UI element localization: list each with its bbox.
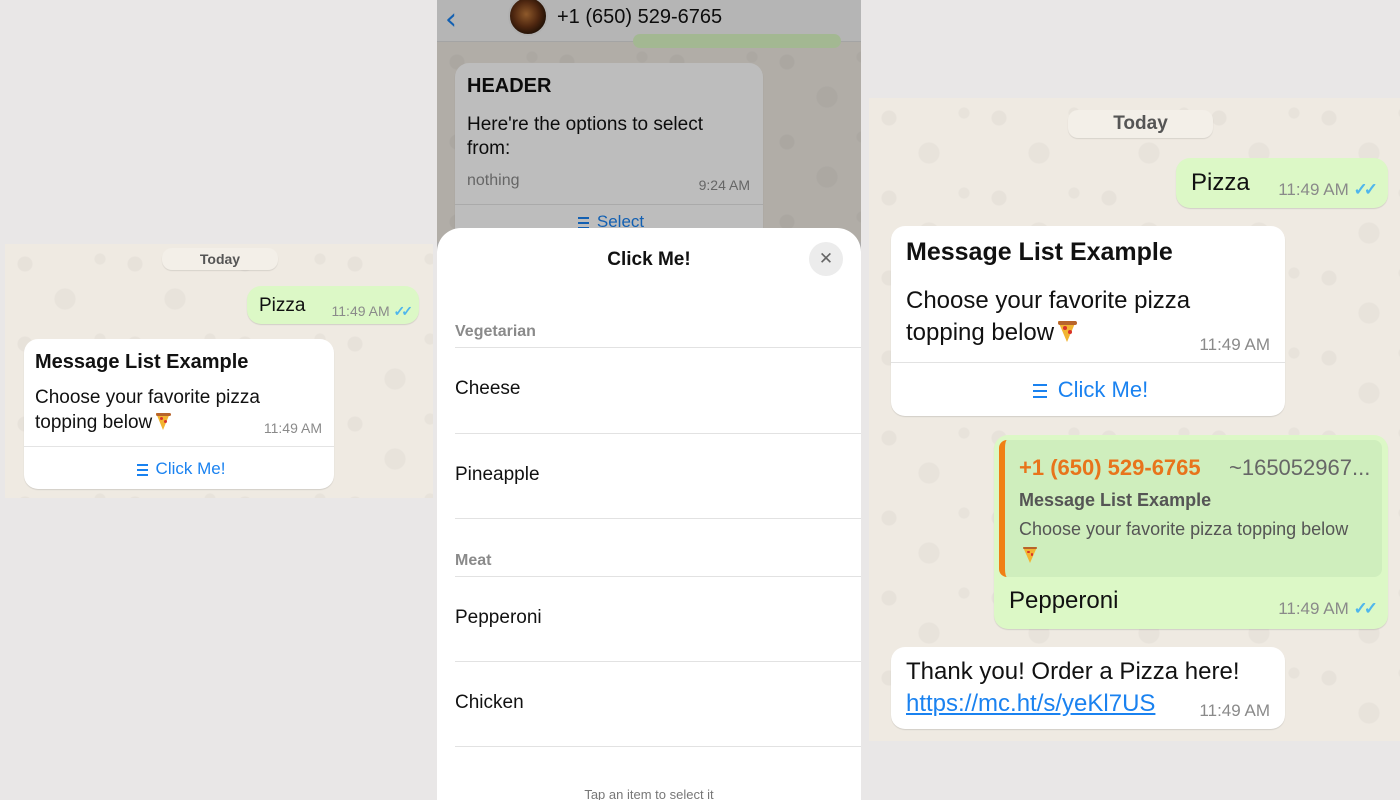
outgoing-message[interactable]: Pizza 11:49 AM ✓✓ — [1176, 158, 1388, 208]
option-label: Pepperoni — [455, 607, 542, 628]
reply-message[interactable]: +1 (650) 529-6765 ~165052967... Message … — [994, 435, 1388, 629]
incoming-message: Thank you! Order a Pizza here! https://m… — [891, 647, 1285, 729]
list-picker-screen: ‹ +1 (650) 529-6765 HEADER Here're the o… — [437, 0, 861, 800]
message-time: 11:49 AM — [331, 303, 390, 319]
double-check-icon: ✓✓ — [1353, 180, 1378, 199]
message-meta: 11:49 AM ✓✓ — [1278, 599, 1378, 619]
message-text: Pizza — [1191, 169, 1250, 196]
list-message: Message List Example Choose your favorit… — [24, 339, 334, 489]
date-chip: Today — [1068, 110, 1213, 138]
option-label: Pineapple — [455, 464, 540, 485]
chat-panel-right: Today Pizza 11:49 AM ✓✓ Message List Exa… — [869, 98, 1400, 741]
section-title: Meat — [455, 552, 492, 569]
message-time: 11:49 AM — [1199, 335, 1270, 354]
list-button-label: Click Me! — [155, 459, 226, 478]
list-button[interactable]: Click Me! — [24, 446, 334, 489]
list-option-chicken[interactable]: Chicken — [455, 661, 861, 747]
message-text: Pepperoni — [1009, 587, 1119, 614]
message-time: 11:49 AM — [263, 420, 322, 436]
pizza-icon — [1058, 320, 1078, 343]
message-body-text: Choose your favorite pizza topping below — [906, 287, 1191, 346]
message-time: 11:49 AM — [1278, 599, 1349, 618]
outgoing-message[interactable]: Pizza 11:49 AM ✓✓ — [247, 286, 419, 324]
list-message: Message List Example Choose your favorit… — [891, 226, 1285, 416]
message-header: Message List Example — [35, 351, 249, 373]
pizza-icon — [1023, 546, 1038, 563]
list-option-cheese[interactable]: Cheese — [455, 347, 861, 433]
message-meta: 11:49 AM ✓✓ — [1278, 180, 1378, 200]
option-label: Cheese — [455, 378, 521, 399]
quote-alias: ~165052967... — [1229, 455, 1371, 480]
quote-body-text: Choose your favorite pizza topping below — [1019, 519, 1349, 539]
quoted-message[interactable]: +1 (650) 529-6765 ~165052967... Message … — [999, 440, 1382, 577]
message-time: 11:49 AM — [1278, 180, 1349, 199]
message-body-text: Choose your favorite pizza topping below — [35, 387, 260, 433]
message-body: Choose your favorite pizza topping below — [35, 385, 285, 435]
message-header: Message List Example — [906, 238, 1173, 266]
list-option-pepperoni[interactable]: Pepperoni — [455, 576, 861, 662]
list-button[interactable]: Click Me! — [891, 362, 1285, 416]
list-option-pineapple[interactable]: Pineapple — [455, 433, 861, 519]
message-body: Choose your favorite pizza topping below — [906, 285, 1236, 349]
quote-title: Message List Example — [1019, 490, 1212, 510]
message-text: Pizza — [259, 295, 306, 316]
message-time: 11:49 AM — [1199, 701, 1270, 720]
chat-panel-left: Today Pizza 11:49 AM ✓✓ Message List Exa… — [5, 244, 433, 498]
section-title: Vegetarian — [455, 323, 536, 340]
quote-body: Choose your favorite pizza topping below — [1019, 516, 1349, 568]
order-link[interactable]: https://mc.ht/s/yeKl7US — [906, 690, 1155, 717]
double-check-icon: ✓✓ — [393, 303, 414, 319]
message-text: Thank you! Order a Pizza here! — [906, 658, 1240, 685]
option-label: Chicken — [455, 692, 524, 713]
list-button-label: Click Me! — [1057, 377, 1149, 402]
list-icon — [1028, 384, 1047, 399]
date-chip: Today — [162, 248, 278, 270]
sheet-hint: Tap an item to select it — [584, 787, 714, 800]
pizza-icon — [156, 412, 172, 430]
sheet-title: Click Me! — [607, 249, 691, 270]
close-icon[interactable]: ✕ — [809, 242, 843, 276]
list-icon — [133, 463, 148, 476]
double-check-icon: ✓✓ — [1353, 599, 1378, 618]
message-meta: 11:49 AM ✓✓ — [331, 303, 414, 320]
quote-sender: +1 (650) 529-6765 — [1019, 455, 1201, 480]
list-sheet: Click Me! ✕ Vegetarian Cheese Pineapple … — [437, 228, 861, 800]
